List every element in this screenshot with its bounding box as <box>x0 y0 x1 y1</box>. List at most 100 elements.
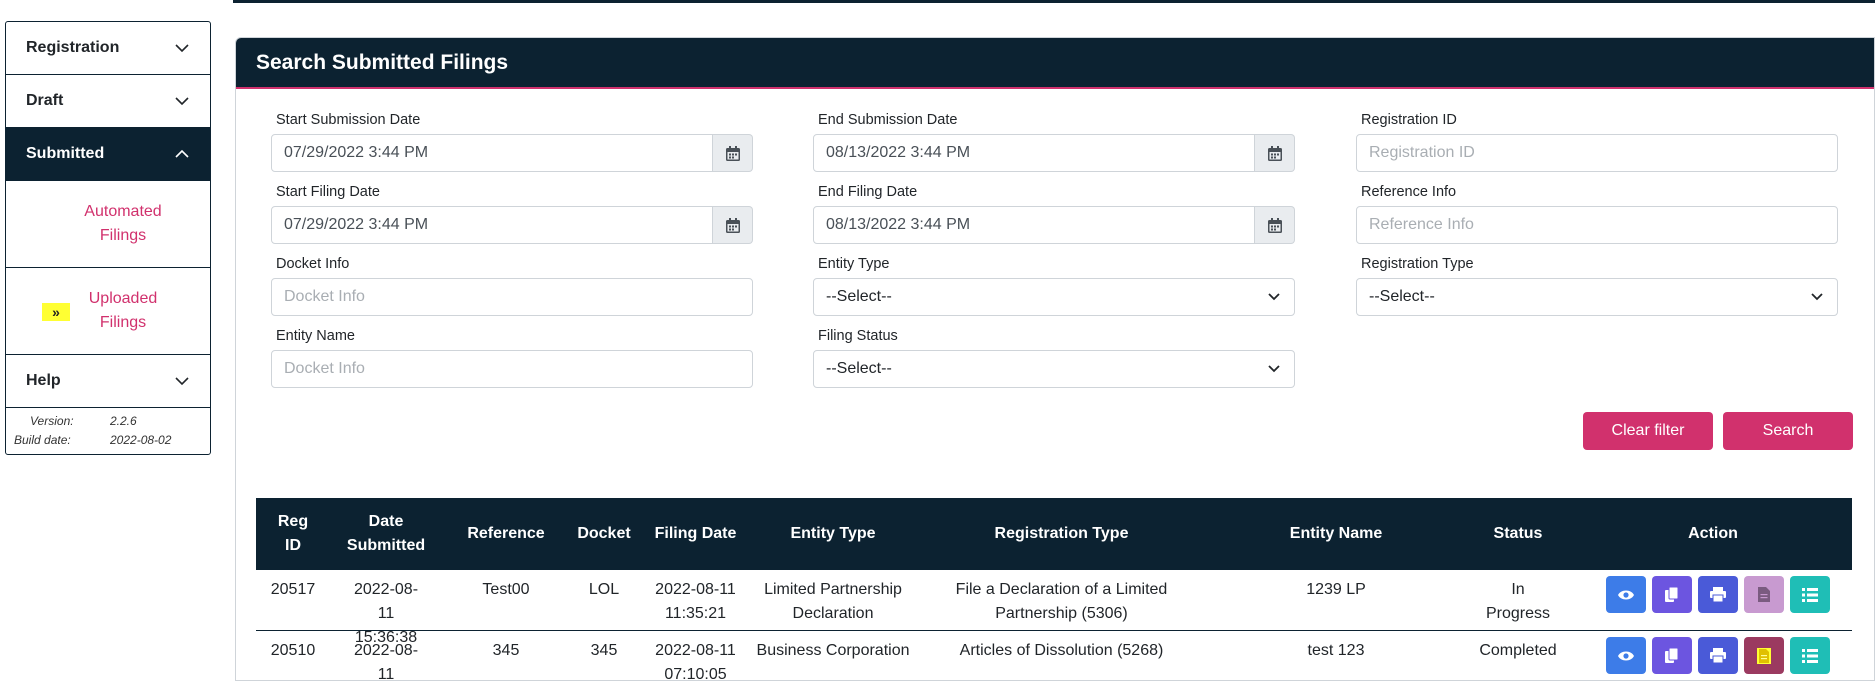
filings-table: Reg ID Date Submitted Reference Docket F… <box>256 498 1852 681</box>
reference-info-input[interactable]: Reference Info <box>1356 206 1838 244</box>
document-button[interactable] <box>1744 576 1784 613</box>
field-label: Registration ID <box>1361 112 1457 128</box>
document-button[interactable] <box>1744 637 1784 674</box>
select-value: --Select-- <box>826 288 892 305</box>
registration-type-select[interactable]: --Select-- <box>1356 278 1838 316</box>
start-submission-date-input[interactable]: 07/29/2022 3:44 PM <box>271 134 713 172</box>
details-button[interactable] <box>1790 637 1830 674</box>
end-submission-date-field: End Submission Date 08/13/2022 3:44 PM <box>813 112 1295 172</box>
filing-status-select[interactable]: --Select-- <box>813 350 1295 388</box>
sidebar-item-help[interactable]: Help <box>6 355 210 408</box>
current-page-marker: » <box>42 303 70 321</box>
calendar-button[interactable] <box>1255 134 1295 172</box>
view-button[interactable] <box>1606 637 1646 674</box>
table-row[interactable]: 20517 2022-08-11 15:36:38 Test00 LOL 202… <box>256 570 1852 646</box>
column-header: Action <box>1688 525 1738 542</box>
cell-date-submitted: 2022-08-11 11:10:19 <box>353 642 419 681</box>
end-submission-date-input[interactable]: 08/13/2022 3:44 PM <box>813 134 1255 172</box>
table-header: Reg ID Date Submitted Reference Docket F… <box>256 498 1852 570</box>
view-button[interactable] <box>1606 576 1646 613</box>
field-label: Entity Type <box>818 256 890 272</box>
entity-name-field: Entity Name Docket Info <box>271 328 753 388</box>
version-value: 2.2.6 <box>110 414 137 428</box>
search-button[interactable]: Search <box>1723 412 1853 450</box>
entity-type-select[interactable]: --Select-- <box>813 278 1295 316</box>
document-icon <box>1758 587 1770 602</box>
calendar-icon <box>725 217 740 233</box>
print-icon <box>1710 587 1726 602</box>
cell-reference: 345 <box>492 642 520 659</box>
select-value: --Select-- <box>826 360 892 377</box>
column-header[interactable]: Entity Name <box>1210 498 1462 570</box>
cell-status: Completed <box>1479 642 1557 659</box>
print-button[interactable] <box>1698 637 1738 674</box>
sidebar-subitem-automated-filings[interactable]: Automated Filings <box>6 181 210 268</box>
filing-status-field: Filing Status --Select-- <box>813 328 1295 388</box>
calendar-icon <box>1267 145 1282 161</box>
column-header[interactable]: Filing Date <box>638 498 753 570</box>
field-label: Registration Type <box>1361 256 1474 272</box>
start-filing-date-input[interactable]: 07/29/2022 3:44 PM <box>271 206 713 244</box>
cell-reference: Test00 <box>482 581 530 598</box>
chevron-up-icon <box>175 149 189 158</box>
field-label: Filing Status <box>818 328 898 344</box>
start-submission-date-field: Start Submission Date 07/29/2022 3:44 PM <box>271 112 753 172</box>
calendar-icon <box>1267 217 1282 233</box>
docket-info-field: Docket Info Docket Info <box>271 256 753 316</box>
list-icon <box>1802 587 1818 602</box>
column-header[interactable]: Docket <box>570 498 638 570</box>
cell-status: In Progress <box>1486 581 1551 622</box>
start-filing-date-field: Start Filing Date 07/29/2022 3:44 PM <box>271 184 753 244</box>
column-header[interactable]: Registration Type <box>913 498 1210 570</box>
registration-type-field: Registration Type --Select-- <box>1356 256 1838 316</box>
chevron-down-icon <box>1811 293 1823 301</box>
cell-entity-name: test 123 <box>1307 642 1365 659</box>
build-date-label: Build date: <box>14 433 71 447</box>
top-border <box>233 0 1875 3</box>
calendar-button[interactable] <box>713 206 753 244</box>
cell-reg-id: 20510 <box>270 642 316 659</box>
field-label: Start Filing Date <box>276 184 380 200</box>
cell-registration-type: File a Declaration of a Limited Partners… <box>955 581 1168 622</box>
calendar-button[interactable] <box>713 134 753 172</box>
sidebar-item-submitted[interactable]: Submitted <box>6 128 210 181</box>
sidebar-item-draft[interactable]: Draft <box>6 75 210 128</box>
entity-type-field: Entity Type --Select-- <box>813 256 1295 316</box>
end-filing-date-input[interactable]: 08/13/2022 3:44 PM <box>813 206 1255 244</box>
column-header[interactable]: Entity Type <box>753 498 913 570</box>
copy-button[interactable] <box>1652 637 1692 674</box>
chevron-down-icon <box>175 97 189 106</box>
chevron-down-icon <box>175 44 189 53</box>
sidebar-item-label: Draft <box>26 92 64 109</box>
entity-name-input[interactable]: Docket Info <box>271 350 753 388</box>
cell-entity-name: 1239 LP <box>1306 581 1366 598</box>
column-header[interactable]: Reg ID <box>256 498 330 570</box>
details-button[interactable] <box>1790 576 1830 613</box>
copy-icon <box>1665 586 1679 602</box>
chevron-down-icon <box>1268 365 1280 373</box>
field-label: Docket Info <box>276 256 350 272</box>
sidebar-item-registration[interactable]: Registration <box>6 22 210 75</box>
copy-button[interactable] <box>1652 576 1692 613</box>
column-header[interactable]: Date Submitted <box>330 498 442 570</box>
clear-filter-button[interactable]: Clear filter <box>1583 412 1713 450</box>
reference-info-field: Reference Info Reference Info <box>1356 184 1838 244</box>
select-value: --Select-- <box>1369 288 1435 305</box>
cell-docket: LOL <box>588 581 620 598</box>
column-header[interactable]: Status <box>1462 498 1574 570</box>
sidebar-item-label: Help <box>26 372 61 389</box>
cell-entity-type: Limited Partnership Declaration <box>764 581 902 622</box>
document-icon <box>1757 647 1771 664</box>
docket-info-input[interactable]: Docket Info <box>271 278 753 316</box>
cell-actions <box>1574 631 1852 681</box>
table-row[interactable]: 20510 2022-08-11 11:10:19 345 345 2022-0… <box>256 631 1852 681</box>
registration-id-input[interactable]: Registration ID <box>1356 134 1838 172</box>
calendar-button[interactable] <box>1255 206 1295 244</box>
field-label: Entity Name <box>276 328 355 344</box>
cell-filing-date: 2022-08-11 07:10:05 <box>655 642 736 681</box>
print-button[interactable] <box>1698 576 1738 613</box>
sidebar-subitem-uploaded-filings[interactable]: » Uploaded Filings <box>6 268 210 355</box>
build-date-value: 2022-08-02 <box>110 433 172 447</box>
eye-icon <box>1618 590 1634 599</box>
column-header[interactable]: Reference <box>442 498 570 570</box>
